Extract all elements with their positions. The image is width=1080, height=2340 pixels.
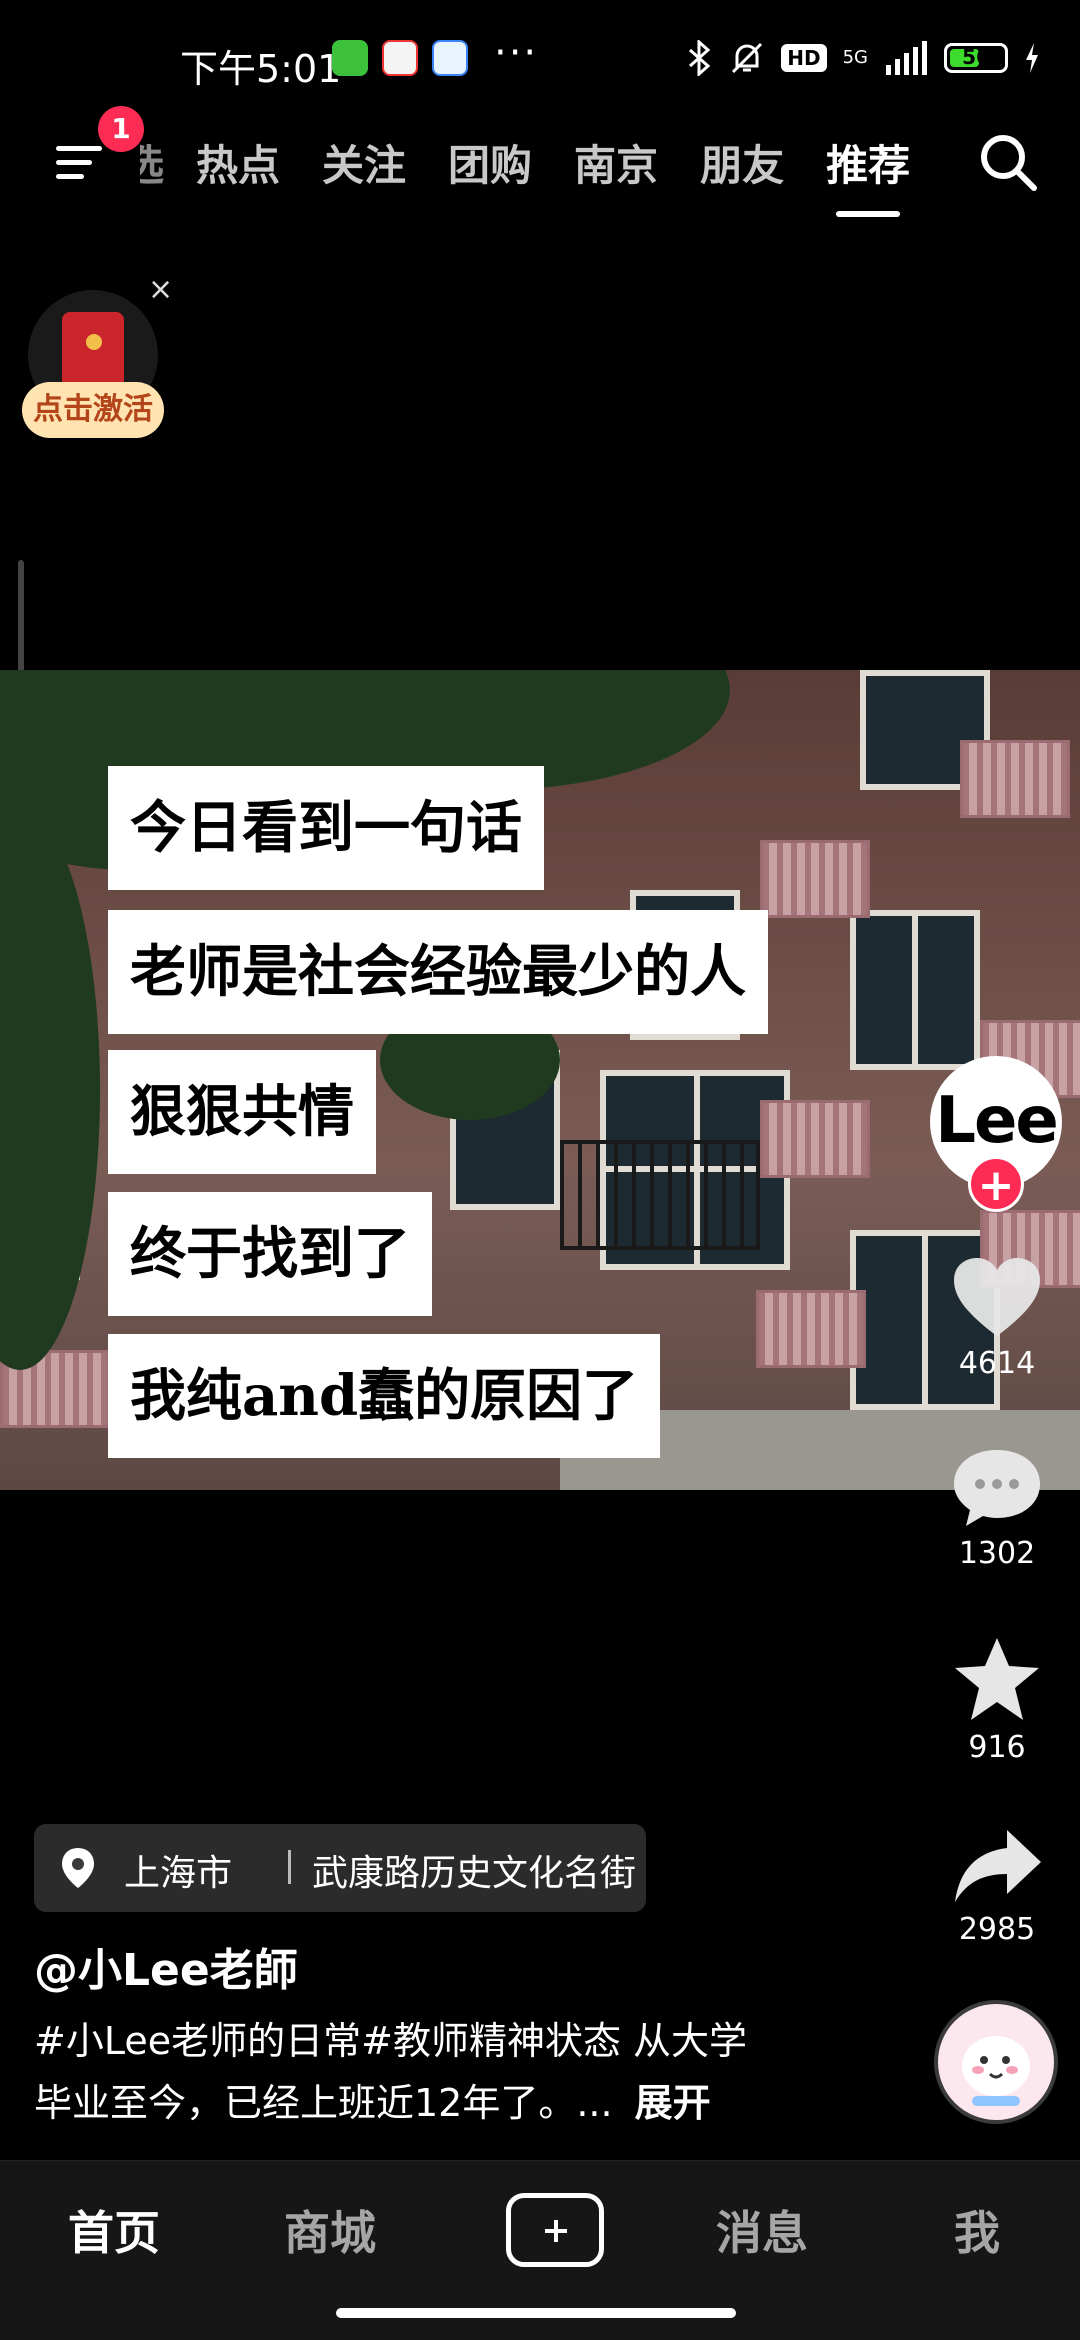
network-type: 5G [842,47,868,68]
charging-icon [1026,43,1038,73]
status-bar: 下午5:01 ··· HD 5G 56 [0,0,1080,120]
tab-hot[interactable]: 热点 [196,132,280,193]
tab-friends[interactable]: 朋友 [700,132,784,193]
wechat-app-icon [332,40,368,76]
tab-home[interactable]: 首页 [68,2197,160,2263]
caption-line: 老师是社会经验最少的人 [108,910,768,1034]
notification-badge: 1 [98,106,144,152]
more-notifications-icon: ··· [494,30,539,76]
cartoon-character-icon [962,2036,1030,2106]
follow-button[interactable]: + [968,1156,1024,1212]
air-conditioner-unit [960,740,1070,818]
music-disc-avatar[interactable] [934,2000,1058,2124]
caption-line: 我纯and蠢的原因了 [108,1334,661,1458]
home-indicator[interactable] [336,2308,736,2318]
description-line: #小Lee老师的日常#教师精神状态 从大学 [34,2019,748,2063]
like-button[interactable]: 4614 [940,1256,1054,1381]
description-line-2: 毕业至今，已经上班近12年了。... 展开 [34,2072,874,2134]
menu-icon-bar [56,160,92,165]
search-icon [981,135,1037,191]
comment-count: 1302 [958,1536,1036,1571]
tree-foliage [0,810,100,1370]
window-mullion [912,916,918,1064]
envelope-seal [86,334,102,350]
expand-link[interactable]: 展开 [635,2081,711,2125]
like-count: 4614 [958,1346,1036,1381]
tab-me[interactable]: 我 [954,2197,1000,2263]
battery-icon: 56 [944,43,1008,73]
share-arrow-icon [955,1830,1041,1902]
status-right-icons: HD 5G 56 [687,40,1040,76]
top-nav: 1 精选 热点 关注 团购 南京 朋友 推荐 [0,106,1080,220]
signal-icon [886,41,927,75]
tab-featured[interactable]: 精选 [140,132,164,193]
air-conditioner-unit [760,1100,870,1178]
tab-following[interactable]: 关注 [322,132,406,193]
post-description[interactable]: #小Lee老师的日常#教师精神状态 从大学 毕业至今，已经上班近12年了。...… [34,2010,874,2134]
location-place: 武康路历史文化名街 [312,1853,637,1894]
favorite-count: 916 [968,1730,1026,1765]
nav-tabs: 精选 热点 关注 团购 南京 朋友 推荐 [140,132,952,217]
hd-badge: HD [781,44,827,72]
58-app-icon [382,40,418,76]
location-tag[interactable]: 上海市 武康路历史文化名街 [34,1824,646,1912]
comment-button[interactable]: 1302 [940,1446,1054,1571]
caption-line: 狠狠共情 [108,1050,376,1174]
air-conditioner-unit [756,1290,866,1368]
star-icon [955,1638,1039,1720]
video-player[interactable]: 今日看到一句话 老师是社会经验最少的人 狠狠共情 终于找到了 我纯and蠢的原因… [0,670,1080,1490]
share-button[interactable]: 2985 [940,1826,1054,1947]
tab-mall[interactable]: 商城 [284,2197,376,2263]
window-mullion [922,1236,928,1404]
favorite-button[interactable]: 916 [940,1636,1054,1765]
location-city: 上海市 [124,1853,233,1894]
status-time: 下午5:01 [180,47,342,91]
battery-text: 56 [962,45,990,69]
author-name[interactable]: @小Lee老師 [34,1934,298,1998]
caption-line: 今日看到一句话 [108,766,544,890]
tab-group-buy[interactable]: 团购 [448,132,532,193]
share-count: 2985 [958,1912,1036,1947]
bluetooth-icon [689,40,711,76]
red-packet-widget[interactable]: 点击激活 [22,290,164,440]
menu-icon-bar [56,146,102,151]
screen: 下午5:01 ··· HD 5G 56 1 精选 [0,0,1080,2340]
building-window [850,910,980,1070]
description-text: 毕业至今，已经上班近12年了。... [34,2081,613,2125]
location-pin-icon [62,1848,94,1888]
location-divider [288,1850,291,1884]
air-conditioner-unit [760,840,870,918]
tab-recommended[interactable]: 推荐 [826,132,910,217]
tab-nanjing[interactable]: 南京 [574,132,658,193]
comment-icon [954,1450,1040,1526]
red-envelope-icon [62,312,124,392]
status-notification-icons [332,40,468,76]
mute-bell-icon [732,42,763,74]
caption-line: 终于找到了 [108,1192,432,1316]
tab-messages[interactable]: 消息 [716,2197,808,2263]
baidu-netdisk-app-icon [432,40,468,76]
heart-icon [954,1258,1040,1336]
create-post-button[interactable] [506,2193,604,2267]
activate-label[interactable]: 点击激活 [22,382,164,438]
search-button[interactable] [976,130,1040,194]
balcony-railing [560,1140,760,1250]
red-packet-close-icon[interactable]: × [148,272,173,307]
menu-icon-bar [56,174,84,179]
